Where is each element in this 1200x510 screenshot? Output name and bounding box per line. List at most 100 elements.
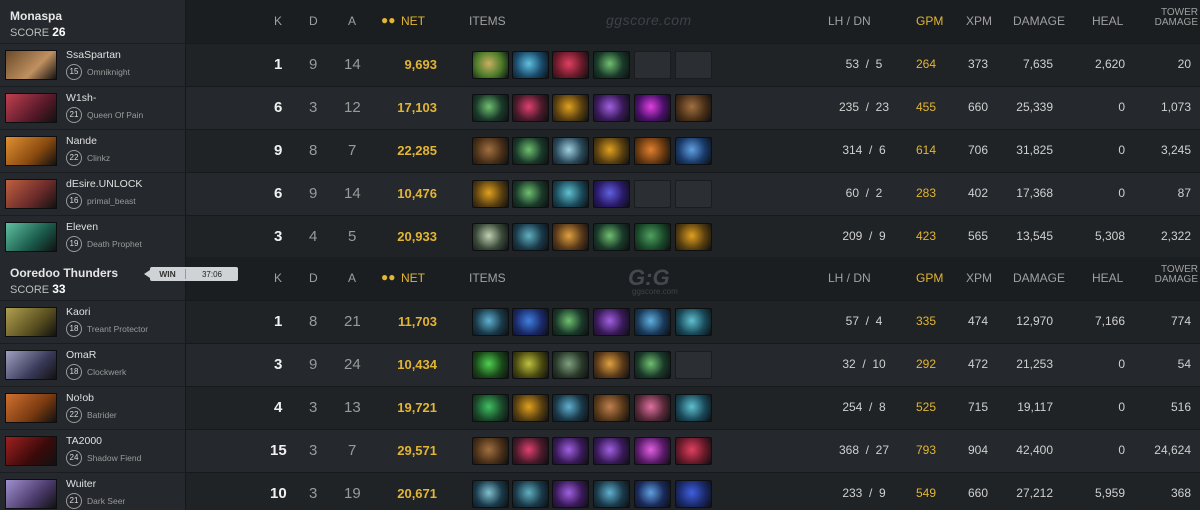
item-icon[interactable] (552, 137, 589, 165)
item-icon[interactable] (634, 137, 671, 165)
player-name[interactable]: Eleven (66, 221, 98, 233)
item-icon[interactable] (472, 394, 509, 422)
item-icon[interactable] (634, 94, 671, 122)
hero-portrait (5, 350, 57, 380)
item-icon[interactable] (675, 137, 712, 165)
item-icon[interactable] (512, 437, 549, 465)
last-hits-denies: 368 / 27 (838, 443, 890, 457)
item-icon[interactable] (593, 51, 630, 79)
win-badge: WIN 37:06 (150, 267, 238, 281)
player-stats-row: 3 9 24 10,434 32 / 10 292 472 21,253 0 54 (186, 343, 1200, 386)
player-name[interactable]: dEsire.UNLOCK (66, 178, 142, 190)
tower-damage: 54 (1177, 357, 1191, 371)
header-assists: A (348, 14, 357, 28)
item-icon[interactable] (552, 394, 589, 422)
player-card[interactable]: SsaSpartan 15 Omniknight (0, 43, 186, 86)
player-name[interactable]: OmaR (66, 349, 96, 361)
header-net-worth: NET (401, 271, 425, 285)
player-name[interactable]: Wuiter (66, 478, 96, 490)
damage: 42,400 (1016, 443, 1053, 457)
player-card[interactable]: Wuiter 21 Dark Seer (0, 472, 186, 510)
item-icon[interactable] (552, 437, 589, 465)
item-icon[interactable] (675, 223, 712, 251)
item-icon[interactable] (634, 480, 671, 508)
kills: 3 (274, 356, 283, 373)
item-icon[interactable] (472, 51, 509, 79)
item-icon[interactable] (593, 94, 630, 122)
deaths: 9 (309, 356, 318, 373)
item-icon[interactable] (472, 437, 509, 465)
player-name[interactable]: No!ob (66, 392, 94, 404)
header-xpm: XPM (966, 14, 993, 28)
team-name: Monaspa (10, 9, 63, 23)
player-name[interactable]: Nande (66, 135, 97, 147)
hero-name: Clockwerk (87, 367, 127, 377)
item-icon[interactable] (472, 480, 509, 508)
item-icon[interactable] (675, 437, 712, 465)
player-name[interactable]: W1sh- (66, 92, 96, 104)
header-damage: DAMAGE (1013, 14, 1066, 28)
item-icon[interactable] (634, 351, 671, 379)
hero-portrait (5, 393, 57, 423)
item-icon[interactable] (512, 94, 549, 122)
item-icon[interactable] (472, 351, 509, 379)
tower-damage: 2,322 (1160, 229, 1191, 243)
damage: 25,339 (1016, 100, 1053, 114)
item-icon[interactable] (593, 480, 630, 508)
player-card[interactable]: Eleven 19 Death Prophet (0, 215, 186, 258)
item-icon[interactable] (512, 308, 549, 336)
player-card[interactable]: W1sh- 21 Queen Of Pain (0, 86, 186, 129)
player-card[interactable]: dEsire.UNLOCK 16 primal_beast (0, 172, 186, 215)
player-card[interactable]: TA2000 24 Shadow Fiend (0, 429, 186, 472)
item-icon[interactable] (512, 351, 549, 379)
item-icon[interactable] (634, 394, 671, 422)
player-level: 24 (66, 450, 82, 466)
item-icon[interactable] (472, 180, 509, 208)
item-icon[interactable] (472, 223, 509, 251)
item-icon[interactable] (552, 94, 589, 122)
item-icon[interactable] (593, 437, 630, 465)
item-icon[interactable] (552, 351, 589, 379)
item-icon[interactable] (593, 394, 630, 422)
item-icon[interactable] (552, 480, 589, 508)
player-card[interactable]: No!ob 22 Batrider (0, 386, 186, 429)
item-icon[interactable] (512, 137, 549, 165)
item-icon[interactable] (675, 480, 712, 508)
item-icon[interactable] (675, 94, 712, 122)
header-items: ITEMS (469, 14, 506, 28)
item-icon[interactable] (472, 137, 509, 165)
item-icon[interactable] (552, 223, 589, 251)
item-icon[interactable] (593, 351, 630, 379)
item-icon[interactable] (675, 308, 712, 336)
item-icon[interactable] (512, 394, 549, 422)
heal: 0 (1118, 443, 1125, 457)
item-icon[interactable] (512, 223, 549, 251)
item-icon[interactable] (634, 223, 671, 251)
kills: 1 (274, 56, 283, 73)
item-icon[interactable] (472, 308, 509, 336)
player-card[interactable]: OmaR 18 Clockwerk (0, 343, 186, 386)
player-name[interactable]: SsaSpartan (66, 49, 121, 61)
item-icon[interactable] (634, 437, 671, 465)
item-icon[interactable] (593, 223, 630, 251)
player-name[interactable]: Kaori (66, 306, 91, 318)
item-icon[interactable] (552, 51, 589, 79)
item-icon[interactable] (512, 180, 549, 208)
header-deaths: D (309, 271, 318, 285)
item-icon[interactable] (552, 180, 589, 208)
item-icon[interactable] (512, 480, 549, 508)
item-icon[interactable] (593, 308, 630, 336)
damage: 17,368 (1016, 186, 1053, 200)
player-name[interactable]: TA2000 (66, 435, 102, 447)
item-icon[interactable] (675, 394, 712, 422)
item-icon[interactable] (593, 180, 630, 208)
item-icon[interactable] (512, 51, 549, 79)
player-stats-row: 10 3 19 20,671 233 / 9 549 660 27,212 5,959 368 (186, 472, 1200, 510)
item-icon[interactable] (552, 308, 589, 336)
item-icon[interactable] (593, 137, 630, 165)
player-card[interactable]: Kaori 18 Treant Protector (0, 300, 186, 343)
team-header: Monaspa SCORE 26 (0, 0, 186, 43)
item-icon[interactable] (472, 94, 509, 122)
player-card[interactable]: Nande 22 Clinkz (0, 129, 186, 172)
item-icon[interactable] (634, 308, 671, 336)
